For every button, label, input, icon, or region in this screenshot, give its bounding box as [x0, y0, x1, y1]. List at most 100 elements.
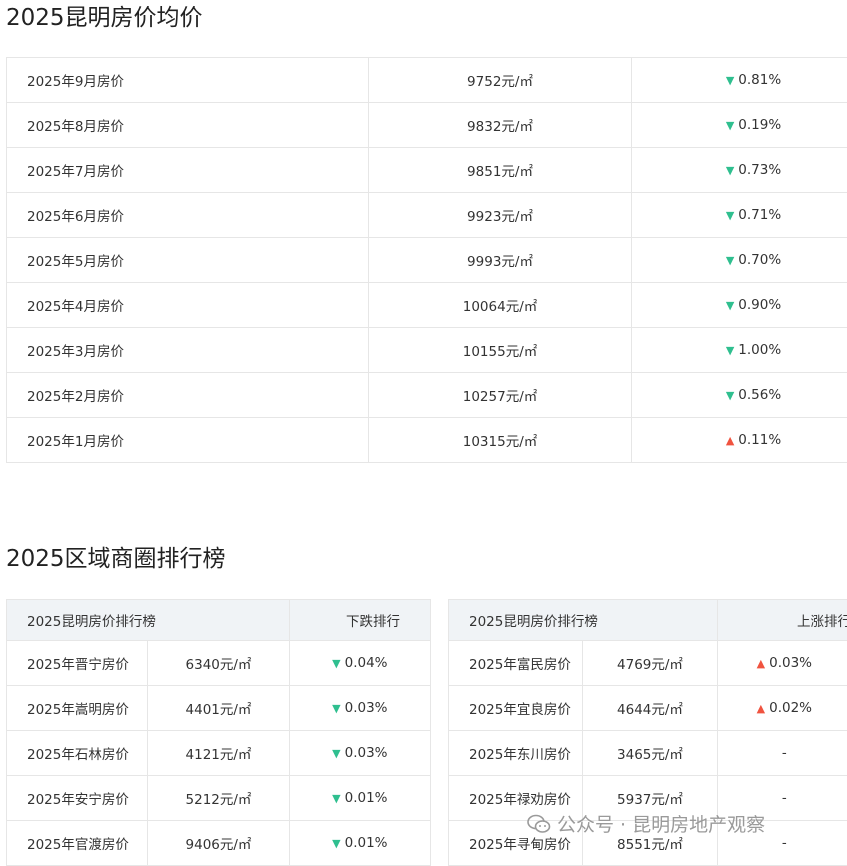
change-value: 0.56%: [738, 387, 781, 403]
district-ranking-title: 2025区域商圈排行榜: [6, 543, 226, 575]
change-cell: ▼ 0.03%: [289, 686, 430, 731]
watermark-text: 公众号 · 昆明房地产观察: [557, 810, 765, 837]
change-value: 0.73%: [738, 162, 781, 178]
month-label: 2025年1月房价: [7, 418, 369, 463]
ranking-header-type: 上涨排行: [717, 600, 847, 641]
down-arrow-icon: ▼: [726, 344, 734, 357]
price-value: 5212元/㎡: [148, 776, 289, 821]
table-row: 2025年宜良房价4644元/㎡ ▲ 0.02%: [449, 686, 847, 731]
table-row: 2025年9月房价9752元/㎡ ▼ 0.81%: [7, 58, 847, 103]
down-arrow-icon: ▼: [332, 702, 340, 715]
ranking-header-title: 2025昆明房价排行榜: [449, 600, 718, 641]
change-cell: ▼ 0.73%: [632, 148, 847, 193]
change-cell: ▼ 0.04%: [289, 641, 430, 686]
month-label: 2025年3月房价: [7, 328, 369, 373]
up-arrow-icon: ▲: [726, 434, 734, 447]
up-arrow-icon: ▲: [757, 702, 765, 715]
change-value: -: [782, 745, 787, 761]
down-arrow-icon: ▼: [332, 657, 340, 670]
change-cell: ▼0.01%: [289, 776, 430, 821]
price-value: 6340元/㎡: [148, 641, 289, 686]
table-row: 2025年东川房价3465元/㎡-: [449, 731, 847, 776]
down-arrow-icon: ▼: [332, 747, 340, 760]
monthly-price-table: 2025年9月房价9752元/㎡▼0.81%2025年8月房价9832元/㎡▼0…: [6, 57, 847, 463]
change-value: 0.71%: [738, 207, 781, 223]
down-arrow-icon: ▼: [332, 792, 340, 805]
down-arrow-icon: ▼: [726, 119, 734, 132]
change-value: 0.70%: [738, 252, 781, 268]
down-arrow-icon: ▼: [726, 74, 734, 87]
price-value: 4644元/㎡: [583, 686, 717, 731]
ranking-down-header: 2025昆明房价排行榜 下跌排行: [7, 600, 431, 641]
month-label: 2025年9月房价: [7, 58, 369, 103]
change-value: 0.81%: [738, 72, 781, 88]
change-value: 0.19%: [738, 117, 781, 133]
month-label: 2025年2月房价: [7, 373, 369, 418]
table-row: 2025年3月房价10155元/㎡ ▼ 1.00%: [7, 328, 847, 373]
ranking-up-header: 2025昆明房价排行榜 上涨排行: [449, 600, 847, 641]
change-value: 0.03%: [769, 655, 812, 671]
change-value: 0.03%: [345, 745, 388, 761]
change-cell: ▼ 0.71%: [632, 193, 847, 238]
table-row: 2025年晋宁房价6340元/㎡ ▼ 0.04%: [7, 641, 431, 686]
change-value: 0.03%: [345, 700, 388, 716]
price-value: 10155元/㎡: [369, 328, 632, 373]
watermark: 公众号 · 昆明房地产观察: [527, 810, 765, 837]
table-row: 2025年嵩明房价4401元/㎡▼0.03%: [7, 686, 431, 731]
change-cell: ▼0.90%: [632, 283, 847, 328]
change-cell: -: [717, 731, 847, 776]
price-value: 4401元/㎡: [148, 686, 289, 731]
change-value: 1.00%: [738, 342, 781, 358]
table-row: 2025年石林房价4121元/㎡▼0.03%: [7, 731, 431, 776]
district-name: 2025年富民房价: [449, 641, 583, 686]
down-arrow-icon: ▼: [332, 837, 340, 850]
up-arrow-icon: ▲: [757, 657, 765, 670]
down-arrow-icon: ▼: [726, 254, 734, 267]
table-row: 2025年8月房价9832元/㎡ ▼ 0.19%: [7, 103, 847, 148]
price-value: 10064元/㎡: [369, 283, 632, 328]
avg-price-title: 2025昆明房价均价: [6, 2, 203, 34]
change-value: 0.90%: [738, 297, 781, 313]
change-cell: ▼ 0.56%: [632, 373, 847, 418]
change-cell: ▼ 0.19%: [632, 103, 847, 148]
down-arrow-icon: ▼: [726, 209, 734, 222]
table-row: 2025年4月房价10064元/㎡▼0.90%: [7, 283, 847, 328]
change-cell: ▼0.01%: [289, 821, 430, 866]
district-name: 2025年宜良房价: [449, 686, 583, 731]
table-row: 2025年1月房价10315元/㎡ ▲ 0.11%: [7, 418, 847, 463]
month-label: 2025年5月房价: [7, 238, 369, 283]
change-value: 0.04%: [345, 655, 388, 671]
district-name: 2025年官渡房价: [7, 821, 148, 866]
change-cell: ▼ 0.03%: [289, 731, 430, 776]
month-label: 2025年8月房价: [7, 103, 369, 148]
district-name: 2025年东川房价: [449, 731, 583, 776]
ranking-down-table: 2025昆明房价排行榜 下跌排行 2025年晋宁房价6340元/㎡▼0.04%2…: [6, 599, 431, 866]
price-value: 9752元/㎡: [369, 58, 632, 103]
table-row: 2025年6月房价9923元/㎡▼0.71%: [7, 193, 847, 238]
table-row: 2025年7月房价9851元/㎡▼0.73%: [7, 148, 847, 193]
change-value: 0.02%: [769, 700, 812, 716]
down-arrow-icon: ▼: [726, 389, 734, 402]
table-row: 2025年富民房价4769元/㎡ ▲ 0.03%: [449, 641, 847, 686]
table-row: 2025年官渡房价9406元/㎡▼0.01%: [7, 821, 431, 866]
month-label: 2025年7月房价: [7, 148, 369, 193]
table-row: 2025年5月房价9993元/㎡▼0.70%: [7, 238, 847, 283]
price-value: 4769元/㎡: [583, 641, 717, 686]
wechat-icon: [527, 814, 551, 834]
change-cell: ▲ 0.11%: [632, 418, 847, 463]
district-name: 2025年安宁房价: [7, 776, 148, 821]
district-name: 2025年晋宁房价: [7, 641, 148, 686]
price-value: 9832元/㎡: [369, 103, 632, 148]
change-cell: ▲ 0.03%: [717, 641, 847, 686]
change-cell: ▲ 0.02%: [717, 686, 847, 731]
table-row: 2025年2月房价10257元/㎡▼0.56%: [7, 373, 847, 418]
down-arrow-icon: ▼: [726, 164, 734, 177]
change-value: -: [782, 790, 787, 806]
change-value: -: [782, 835, 787, 851]
change-cell: ▼ 0.70%: [632, 238, 847, 283]
ranking-header-type: 下跌排行: [289, 600, 430, 641]
price-value: 10315元/㎡: [369, 418, 632, 463]
month-label: 2025年4月房价: [7, 283, 369, 328]
price-value: 9923元/㎡: [369, 193, 632, 238]
change-value: 0.11%: [738, 432, 781, 448]
